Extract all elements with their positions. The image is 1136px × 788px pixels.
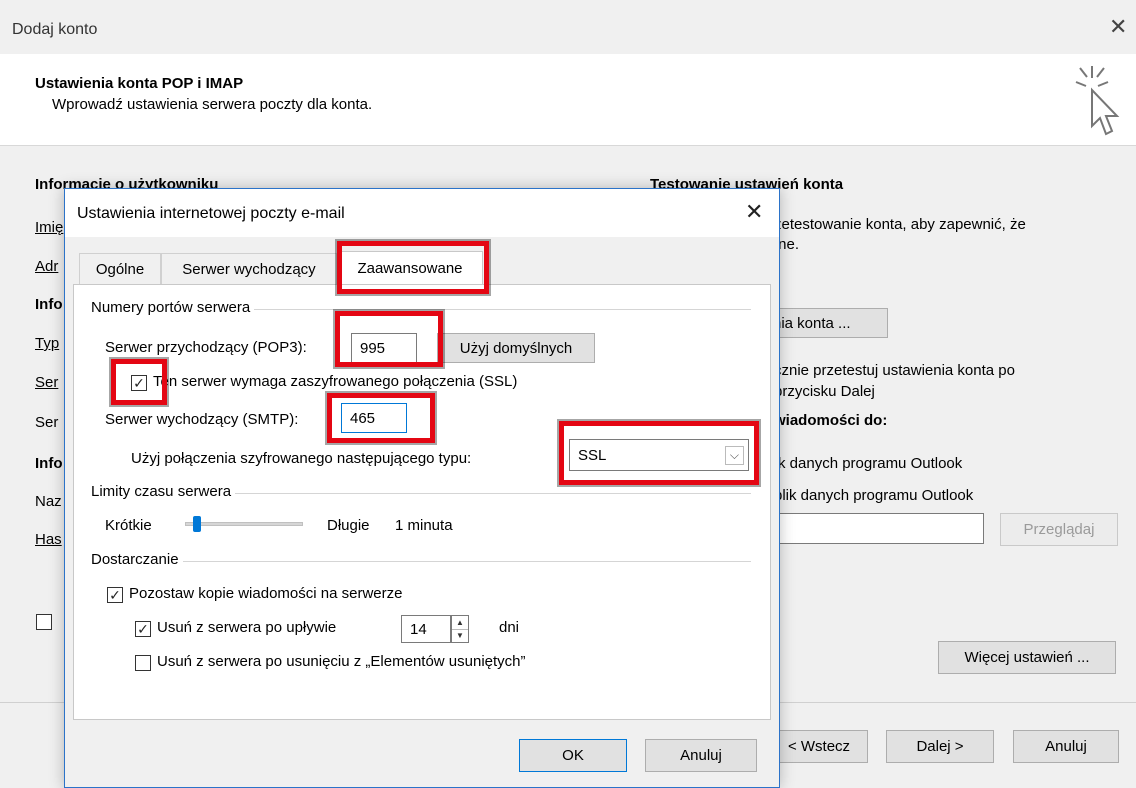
tab-advanced[interactable]: Zaawansowane (337, 251, 483, 285)
browse-button[interactable]: Przeglądaj (1000, 513, 1118, 546)
outer-subheading: Wprowadź ustawienia serwera poczty dla k… (52, 96, 373, 113)
outgoing-server-label-fragment: Ser (35, 414, 59, 431)
outer-heading: Ustawienia konta POP i IMAP (35, 75, 244, 92)
incoming-server-label-fragment: Ser (35, 374, 59, 391)
timeout-value: 1 minuta (395, 517, 453, 534)
cursor-sparkle-icon (1075, 66, 1120, 136)
delivery-group-line (91, 561, 751, 562)
outgoing-port-input[interactable]: 465 (341, 403, 407, 433)
more-settings-button[interactable]: Więcej ustawień ... (938, 641, 1116, 674)
modal-cancel-button[interactable]: Anuluj (645, 739, 757, 772)
tab-general[interactable]: Ogólne (79, 253, 161, 284)
outer-dialog-title: Dodaj konto (12, 21, 98, 38)
remember-password-checkbox[interactable] (36, 614, 52, 630)
auto-test-text-2: przycisku Dalej (774, 383, 875, 400)
password-label-fragment: Has (35, 531, 62, 548)
type-label-fragment: Typ (35, 335, 60, 352)
ssl-required-label: Ten serwer wymaga zaszyfrowanego połącze… (153, 373, 518, 390)
chevron-down-icon: ⌵ (724, 445, 744, 465)
remove-deleted-label: Usuń z serwera po usunięciu z „Elementów… (157, 653, 526, 670)
leave-copy-checkbox[interactable]: ✓ (107, 587, 123, 603)
remove-after-checkbox[interactable]: ✓ (135, 621, 151, 637)
timeout-long-label: Długie (327, 517, 370, 534)
use-defaults-button[interactable]: Użyj domyślnych (437, 333, 595, 363)
tab-outgoing-server[interactable]: Serwer wychodzący (161, 253, 337, 284)
address-label-fragment: Adr (35, 258, 59, 275)
timeout-short-label: Krótkie (105, 517, 152, 534)
encryption-type-label: Użyj połączenia szyfrowanego następujące… (131, 450, 472, 467)
ssl-required-checkbox[interactable]: ✓ (131, 375, 147, 391)
deliver-new-messages-heading: wiadomości do: (774, 412, 888, 429)
data-file-path-input[interactable] (760, 513, 984, 544)
login-info-heading-fragment: Info (35, 455, 63, 472)
days-spinner[interactable]: ▲ ▼ (451, 615, 469, 643)
test-settings-text: zetestowanie konta, aby zapewnić, że (774, 216, 1026, 233)
username-label-fragment: Naz (35, 493, 62, 510)
outer-close-icon[interactable]: ✕ (1109, 16, 1127, 38)
encryption-type-select[interactable]: SSL ⌵ (569, 439, 749, 471)
spin-up-icon[interactable]: ▲ (452, 616, 468, 630)
remove-after-label: Usuń z serwera po upływie (157, 619, 337, 636)
incoming-port-input[interactable]: 995 (351, 333, 417, 363)
timeout-slider-track[interactable] (185, 522, 303, 526)
test-account-button[interactable]: nia konta ... (762, 308, 888, 338)
ok-button[interactable]: OK (519, 739, 627, 772)
server-info-heading-fragment: Info (35, 296, 63, 313)
delivery-group-label: Dostarczanie (91, 551, 183, 568)
incoming-port-label: Serwer przychodzący (POP3): (105, 339, 307, 356)
encryption-type-value: SSL (578, 446, 607, 464)
outgoing-port-label: Serwer wychodzący (SMTP): (105, 411, 299, 428)
leave-copy-label: Pozostaw kopie wiadomości na serwerze (129, 585, 403, 602)
next-button[interactable]: Dalej > (886, 730, 994, 763)
days-unit-label: dni (499, 619, 520, 636)
auto-test-text: cznie przetestuj ustawienia konta po (774, 362, 1015, 379)
name-label-fragment: Imię (35, 219, 64, 236)
timeout-slider-thumb[interactable] (192, 516, 201, 532)
spin-down-icon[interactable]: ▼ (452, 630, 468, 643)
outer-cancel-button[interactable]: Anuluj (1013, 730, 1119, 763)
remove-after-days-input[interactable]: 14 (401, 615, 451, 643)
modal-close-icon[interactable]: ✕ (745, 201, 763, 223)
internet-email-settings-dialog: Ustawienia internetowej poczty e-mail ✕ … (64, 188, 780, 788)
back-button[interactable]: < Wstecz (770, 730, 868, 763)
existing-data-file-option: k danych programu Outlook (778, 455, 963, 472)
modal-title: Ustawienia internetowej poczty e-mail (77, 205, 345, 222)
new-data-file-option: plik danych programu Outlook (774, 487, 974, 504)
ports-group-label: Numery portów serwera (91, 299, 255, 316)
timeouts-group-label: Limity czasu serwera (91, 483, 236, 500)
remove-deleted-checkbox[interactable] (135, 655, 151, 671)
